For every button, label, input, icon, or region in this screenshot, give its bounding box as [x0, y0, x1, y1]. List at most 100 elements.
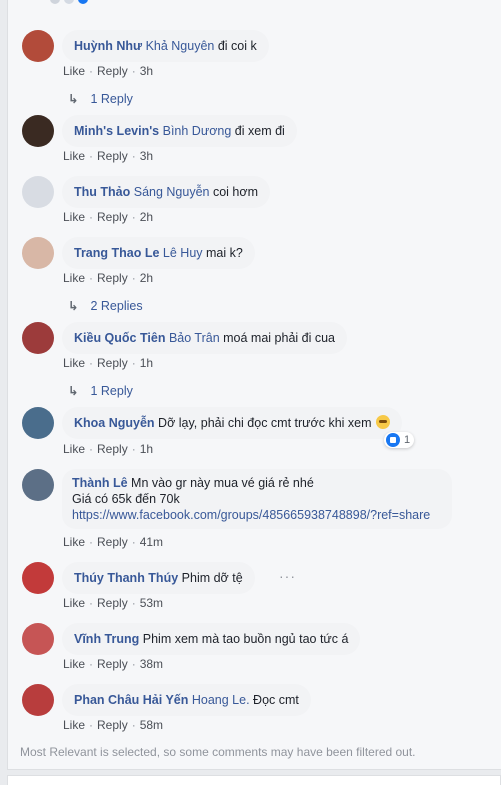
- reply-arrow-icon: ↳: [68, 92, 79, 106]
- timestamp[interactable]: 58m: [140, 718, 163, 732]
- reply-arrow-icon: ↳: [68, 299, 79, 313]
- avatar[interactable]: [22, 30, 54, 62]
- comment-bubble: Thúy Thanh Thúy Phim dỡ tệ: [62, 562, 255, 594]
- timestamp[interactable]: 1h: [140, 442, 153, 456]
- reply-link[interactable]: Reply: [97, 442, 128, 456]
- avatar[interactable]: [22, 469, 54, 501]
- comment-text: Mn vào gr này mua vé giá rẻ nhé: [131, 476, 314, 490]
- like-link[interactable]: Like: [63, 657, 85, 671]
- like-link[interactable]: Like: [63, 356, 85, 370]
- filter-notice: Most Relevant is selected, so some comme…: [20, 745, 416, 759]
- comment-bubble: Khoa Nguyễn Dỡ lạy, phải chi đọc cmt trư…: [62, 407, 402, 439]
- avatar[interactable]: [22, 623, 54, 655]
- comment-actions: Like · Reply · 1h: [63, 442, 154, 456]
- tagged-user[interactable]: Lê Huy: [163, 246, 203, 260]
- comment-actions: Like · Reply · 1h: [63, 356, 154, 370]
- comment-text: Dỡ lạy, phải chi đọc cmt trước khi xem: [158, 416, 372, 430]
- comment-text-line2: Giá có 65k đến 70k: [72, 492, 180, 506]
- comment-actions: Like · Reply · 2h: [63, 271, 154, 285]
- comment-bubble: Thu Thảo Sáng Nguyễn coi hơm: [62, 176, 270, 208]
- comment-author[interactable]: Thu Thảo: [74, 185, 130, 199]
- reply-arrow-icon: ↳: [68, 384, 79, 398]
- like-link[interactable]: Like: [63, 596, 85, 610]
- comment-link[interactable]: https://www.facebook.com/groups/48566593…: [72, 507, 442, 523]
- like-link[interactable]: Like: [63, 149, 85, 163]
- comment-text: Phim xem mà tao buồn ngủ tao tức á: [142, 632, 349, 646]
- timestamp[interactable]: 1h: [140, 356, 153, 370]
- comment-author[interactable]: Thúy Thanh Thúy: [74, 571, 178, 585]
- comment-actions: Like · Reply · 3h: [63, 64, 154, 78]
- timestamp[interactable]: 41m: [140, 535, 163, 549]
- like-link[interactable]: Like: [63, 210, 85, 224]
- comment-text: coi hơm: [209, 185, 258, 199]
- like-link[interactable]: Like: [63, 64, 85, 78]
- reply-link[interactable]: Reply: [97, 657, 128, 671]
- comment-actions: Like · Reply · 2h: [63, 210, 154, 224]
- comment-bubble: Kiều Quốc Tiên Bảo Trân moá mai phải đi …: [62, 322, 348, 354]
- timestamp[interactable]: 53m: [140, 596, 163, 610]
- view-replies[interactable]: ↳ 2 Replies: [68, 298, 143, 313]
- reply-link[interactable]: Reply: [97, 64, 128, 78]
- reaction-count[interactable]: 1: [384, 432, 415, 448]
- tagged-user[interactable]: Sáng Nguyễn: [134, 185, 210, 199]
- comment-actions: Like · Reply · 3h: [63, 149, 154, 163]
- comment-actions: Like · Reply · 41m: [63, 535, 164, 549]
- comment-author[interactable]: Kiều Quốc Tiên: [74, 331, 165, 345]
- comment-text: mai k?: [202, 246, 243, 260]
- like-link[interactable]: Like: [63, 442, 85, 456]
- avatar[interactable]: [22, 176, 54, 208]
- like-reaction-icon: [386, 433, 400, 447]
- avatar[interactable]: [22, 322, 54, 354]
- reply-link[interactable]: Reply: [97, 210, 128, 224]
- comment-actions: Like · Reply · 38m: [63, 657, 164, 671]
- avatar[interactable]: [22, 562, 54, 594]
- timestamp[interactable]: 38m: [140, 657, 163, 671]
- comment-actions: Like · Reply · 58m: [63, 718, 164, 732]
- reply-link[interactable]: Reply: [97, 149, 128, 163]
- comment-author[interactable]: Huỳnh Như: [74, 39, 142, 53]
- comment-bubble: Vĩnh Trung Phim xem mà tao buồn ngủ tao …: [62, 623, 361, 655]
- timestamp[interactable]: 2h: [140, 210, 153, 224]
- comment-author[interactable]: Phan Châu Hải Yến: [74, 693, 188, 707]
- comment-text: đi xem đi: [231, 124, 285, 138]
- timestamp[interactable]: 2h: [140, 271, 153, 285]
- avatar[interactable]: [22, 407, 54, 439]
- like-link[interactable]: Like: [63, 271, 85, 285]
- timestamp[interactable]: 3h: [140, 149, 153, 163]
- comment-bubble: Minh's Levin's Bình Dương đi xem đi: [62, 115, 297, 147]
- comment-text: moá mai phải đi cua: [219, 331, 336, 345]
- view-replies[interactable]: ↳ 1 Reply: [68, 91, 133, 106]
- like-link[interactable]: Like: [63, 535, 85, 549]
- reply-link[interactable]: Reply: [97, 596, 128, 610]
- avatar[interactable]: [22, 684, 54, 716]
- tagged-user[interactable]: Hoang Le.: [192, 693, 250, 707]
- tagged-user[interactable]: Khả Nguyên: [146, 39, 215, 53]
- comment-bubble: Phan Châu Hải Yến Hoang Le. Đọc cmt: [62, 684, 311, 716]
- reply-link[interactable]: Reply: [97, 271, 128, 285]
- avatar[interactable]: [22, 237, 54, 269]
- reply-link[interactable]: Reply: [97, 718, 128, 732]
- view-replies[interactable]: ↳ 1 Reply: [68, 383, 133, 398]
- comment-bubble: Thành Lê Mn vào gr này mua vé giá rẻ nhé…: [62, 469, 452, 529]
- comment-text: Đọc cmt: [249, 693, 299, 707]
- comment-text: đi coi k: [214, 39, 257, 53]
- comment-author[interactable]: Trang Thao Le: [74, 246, 159, 260]
- comment-bubble: Huỳnh Như Khả Nguyên đi coi k: [62, 30, 269, 62]
- like-link[interactable]: Like: [63, 718, 85, 732]
- reply-link[interactable]: Reply: [97, 356, 128, 370]
- comment-author[interactable]: Thành Lê: [72, 476, 128, 490]
- comment-author[interactable]: Khoa Nguyễn: [74, 416, 155, 430]
- timestamp[interactable]: 3h: [140, 64, 153, 78]
- next-card: [7, 775, 501, 785]
- tagged-user[interactable]: Bình Dương: [163, 124, 232, 138]
- reply-link[interactable]: Reply: [97, 535, 128, 549]
- laughing-emoji-icon: [375, 415, 390, 429]
- comment-author[interactable]: Minh's Levin's: [74, 124, 159, 138]
- comment-author[interactable]: Vĩnh Trung: [74, 632, 139, 646]
- more-options-icon[interactable]: ···: [279, 568, 296, 584]
- avatar[interactable]: [22, 115, 54, 147]
- comment-actions: Like · Reply · 53m: [63, 596, 164, 610]
- comment-bubble: Trang Thao Le Lê Huy mai k?: [62, 237, 255, 269]
- tagged-user[interactable]: Bảo Trân: [169, 331, 220, 345]
- comment-text: Phim dỡ tệ: [181, 571, 243, 585]
